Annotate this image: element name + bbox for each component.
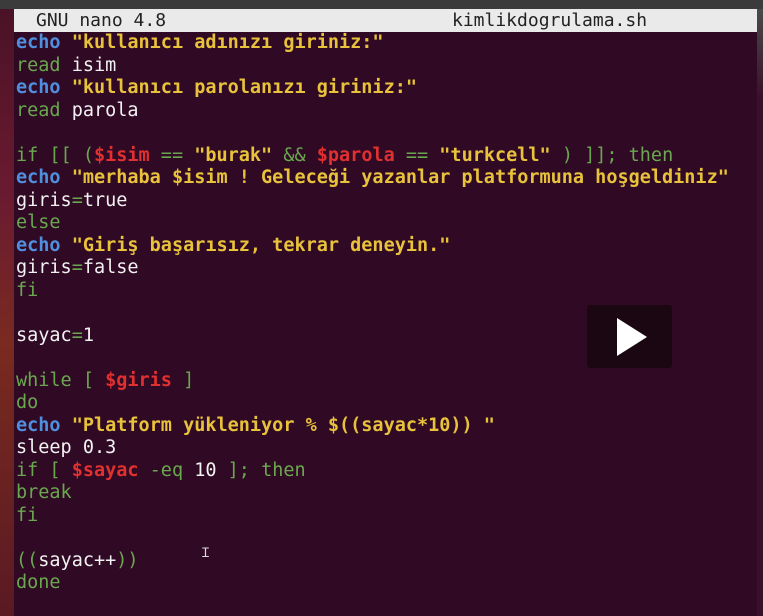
code-token: if [ <box>16 459 72 481</box>
code-token: $sayac <box>71 459 139 481</box>
code-token: "merhaba $isim ! Geleceği yazanlar platf… <box>71 167 729 188</box>
code-line[interactable]: echo "Giriş başarısız, tekrar deneyin." <box>16 235 729 258</box>
code-token: == <box>394 144 440 166</box>
desktop-wallpaper-edge <box>0 9 14 616</box>
code-token: -eq <box>138 459 195 481</box>
code-token: break <box>16 482 72 503</box>
code-token: = <box>71 257 83 278</box>
code-token: "burak" <box>194 144 273 166</box>
nano-version: GNU nano 4.8 <box>36 10 167 31</box>
code-token: "Platform yükleniyor % $((sayac*10)) " <box>71 414 495 436</box>
code-token: "kullanıcı parolanızı giriniz:" <box>71 77 417 98</box>
code-token: 1 <box>82 324 94 346</box>
code-line[interactable]: if [ $sayac -eq 10 ]; then <box>16 460 729 483</box>
code-token: fi <box>16 504 39 526</box>
code-token: if [[ ( <box>16 144 94 166</box>
window-top-edge <box>0 0 763 9</box>
code-line[interactable]: sleep 0.3 <box>16 437 729 460</box>
code-token: false <box>82 257 139 278</box>
code-token: giris <box>16 257 72 278</box>
code-token: "turkcell" <box>439 144 551 166</box>
code-token: parola <box>60 99 139 121</box>
code-line[interactable]: done <box>16 572 729 595</box>
code-token: (( <box>16 549 39 571</box>
text-cursor-icon: Ｉ <box>199 546 213 561</box>
code-token: sayac++ <box>38 549 117 571</box>
code-line[interactable]: giris=false <box>16 257 729 280</box>
code-line[interactable] <box>16 527 729 550</box>
code-token: read <box>16 54 61 76</box>
code-line[interactable]: ((sayac++)) <box>16 550 729 573</box>
code-line[interactable]: read isim <box>16 55 729 78</box>
code-token: ]; then <box>216 459 306 481</box>
code-line[interactable]: else <box>16 212 729 235</box>
code-token: sayac <box>16 324 72 346</box>
code-line[interactable]: fi <box>16 280 729 303</box>
code-line[interactable]: echo "kullanıcı parolanızı giriniz:" <box>16 77 729 100</box>
code-token: echo <box>16 77 61 98</box>
code-line[interactable]: fi <box>16 505 729 528</box>
code-token: read <box>16 99 61 121</box>
code-token: done <box>16 572 61 593</box>
code-line[interactable]: while [ $giris ] <box>16 370 729 393</box>
code-token: echo <box>16 167 61 188</box>
code-token: $isim <box>93 144 150 166</box>
code-token: "Giriş başarısız, tekrar deneyin." <box>71 234 451 256</box>
code-token: echo <box>16 234 61 256</box>
play-icon <box>617 318 647 356</box>
code-token: $giris <box>105 369 172 391</box>
file-name: kimlikdogrulama.sh <box>452 10 648 31</box>
code-line[interactable]: read parola <box>16 100 729 123</box>
code-token: isim <box>60 54 117 76</box>
code-token: == <box>149 144 195 166</box>
code-token: && <box>272 144 317 166</box>
code-token: ) ]]; then <box>550 144 674 166</box>
code-token: ] <box>171 369 195 391</box>
code-line[interactable]: if [[ ($isim == "burak" && $parola == "t… <box>16 145 729 168</box>
code-token: echo <box>16 414 61 436</box>
code-line[interactable]: echo "kullanıcı adınızı giriniz:" <box>16 32 729 55</box>
code-token: giris <box>16 189 72 211</box>
code-token: 10 <box>194 459 217 481</box>
code-token: true <box>82 189 128 211</box>
code-line[interactable]: giris=true <box>16 190 729 213</box>
nano-titlebar: GNU nano 4.8 kimlikdogrulama.sh <box>14 9 757 32</box>
code-token: = <box>71 324 83 346</box>
code-token: fi <box>16 279 39 301</box>
video-play-button[interactable] <box>587 305 672 368</box>
code-token: while [ <box>16 369 106 391</box>
code-token: "kullanıcı adınızı giriniz:" <box>71 32 384 53</box>
code-token: = <box>71 189 83 211</box>
window-right-edge <box>757 9 763 616</box>
code-line[interactable]: echo "Platform yükleniyor % $((sayac*10)… <box>16 415 729 438</box>
code-token: sleep 0.3 <box>16 437 117 458</box>
code-token: do <box>16 392 39 413</box>
code-line[interactable]: break <box>16 482 729 505</box>
code-line[interactable]: do <box>16 392 729 415</box>
code-token: $parola <box>316 144 395 166</box>
code-token: echo <box>16 32 61 53</box>
code-token: )) <box>116 549 139 571</box>
code-line[interactable]: echo "merhaba $isim ! Geleceği yazanlar … <box>16 167 729 190</box>
code-token: else <box>16 212 61 233</box>
code-line[interactable] <box>16 122 729 145</box>
